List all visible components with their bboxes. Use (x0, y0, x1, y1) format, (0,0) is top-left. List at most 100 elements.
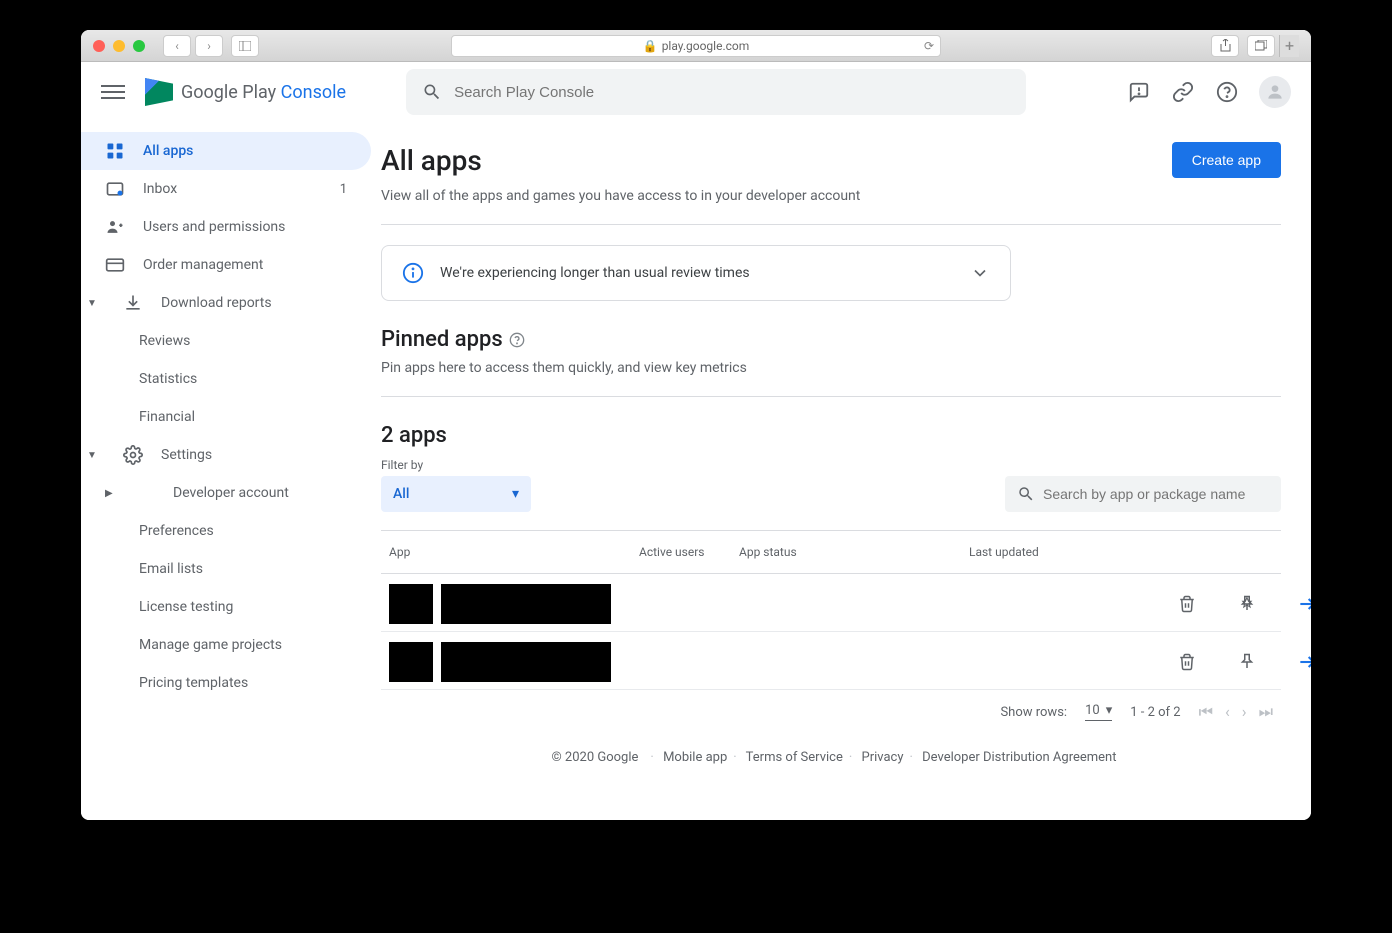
chevron-down-icon[interactable] (970, 263, 990, 283)
help-circle-icon[interactable] (509, 332, 525, 348)
global-search[interactable] (406, 69, 1026, 115)
pin-button[interactable] (1229, 586, 1265, 622)
new-tab-button[interactable]: + (1279, 35, 1299, 57)
arrow-right-icon (1297, 652, 1311, 672)
open-button[interactable] (1289, 586, 1311, 622)
sidebar-item-gameprojects[interactable]: Manage game projects (81, 626, 371, 664)
sidebar-item-financial[interactable]: Financial (81, 398, 371, 436)
dropdown-arrow-icon: ▾ (512, 486, 519, 502)
sidebar-item-statistics[interactable]: Statistics (81, 360, 371, 398)
lock-icon: 🔒 (643, 39, 658, 53)
delete-button[interactable] (1169, 644, 1205, 680)
sidebar-label: All apps (143, 143, 193, 159)
pin-icon (1238, 653, 1256, 671)
footer-dda[interactable]: Developer Distribution Agreement (922, 750, 1116, 765)
main-content: All apps Create app View all of the apps… (381, 122, 1311, 820)
sidebar-item-preferences[interactable]: Preferences (81, 512, 371, 550)
th-updated: Last updated (969, 545, 1169, 559)
apps-table: App Active users App status Last updated (381, 530, 1281, 690)
chevron-down-icon: ▼ (87, 450, 101, 461)
forward-button[interactable]: › (195, 35, 223, 57)
maximize-window[interactable] (133, 40, 145, 52)
close-window[interactable] (93, 40, 105, 52)
footer-mobile[interactable]: Mobile app (663, 750, 727, 765)
inbox-badge: 1 (340, 182, 347, 197)
sidebar-item-allapps[interactable]: All apps (81, 132, 371, 170)
minimize-window[interactable] (113, 40, 125, 52)
sidebar-label: Pricing templates (139, 675, 248, 691)
reload-icon[interactable]: ⟳ (924, 39, 934, 53)
sidebar-item-devaccount[interactable]: ▶ Developer account (81, 474, 371, 512)
sidebar-label: Manage game projects (139, 637, 282, 653)
search-icon (422, 82, 442, 102)
show-rows-label: Show rows: (1000, 705, 1067, 720)
filter-label: Filter by (381, 458, 531, 472)
trash-icon (1178, 653, 1196, 671)
next-page-button[interactable]: › (1242, 702, 1247, 722)
app-search-box[interactable] (1005, 476, 1281, 512)
sidebar-label: Email lists (139, 561, 203, 577)
last-page-button[interactable]: ⏭ (1259, 702, 1273, 722)
sidebar-item-orders[interactable]: Order management (81, 246, 371, 284)
hamburger-menu[interactable] (101, 81, 125, 103)
app-icon-redacted (389, 584, 433, 624)
url-bar[interactable]: 🔒 play.google.com ⟳ (451, 35, 941, 57)
sidebar-item-license[interactable]: License testing (81, 588, 371, 626)
sidebar-item-users[interactable]: Users and permissions (81, 208, 371, 246)
table-row[interactable] (381, 632, 1281, 690)
delete-button[interactable] (1169, 586, 1205, 622)
th-app: App (389, 545, 639, 559)
chevron-down-icon: ▼ (87, 298, 101, 309)
feedback-icon[interactable] (1127, 80, 1151, 104)
app-search-input[interactable] (1043, 486, 1269, 502)
window-controls (93, 40, 145, 52)
sidebar-item-inbox[interactable]: Inbox 1 (81, 170, 371, 208)
first-page-button[interactable]: ⏮ (1199, 702, 1213, 722)
apps-count-title: 2 apps (381, 423, 447, 448)
pagination: Show rows: 10 ▾ 1 - 2 of 2 ⏮ ‹ › ⏭ (381, 690, 1281, 734)
sidebar-label: Inbox (143, 181, 177, 197)
notice-text: We're experiencing longer than usual rev… (440, 265, 954, 281)
footer-tos[interactable]: Terms of Service (746, 750, 843, 765)
sidebar-item-download[interactable]: ▼ Download reports (81, 284, 371, 322)
sidebar-item-emaillists[interactable]: Email lists (81, 550, 371, 588)
sidebar-label: Statistics (139, 371, 197, 387)
app-name-redacted (441, 642, 611, 682)
download-icon (123, 293, 143, 313)
sidebar-label: Users and permissions (143, 219, 285, 235)
notice-banner[interactable]: We're experiencing longer than usual rev… (381, 245, 1011, 301)
sidebar-item-pricing[interactable]: Pricing templates (81, 664, 371, 702)
page-title: All apps (381, 144, 482, 177)
tabs-button[interactable] (1247, 35, 1275, 57)
search-input[interactable] (454, 84, 1010, 101)
avatar[interactable] (1259, 76, 1291, 108)
table-row[interactable] (381, 574, 1281, 632)
trash-icon (1178, 595, 1196, 613)
sidebar-item-reviews[interactable]: Reviews (81, 322, 371, 360)
page-subtitle: View all of the apps and games you have … (381, 188, 1281, 204)
share-button[interactable] (1211, 35, 1239, 57)
footer: © 2020 Google· Mobile app· Terms of Serv… (381, 734, 1281, 781)
arrow-right-icon (1297, 594, 1311, 614)
help-icon[interactable] (1215, 80, 1239, 104)
open-button[interactable] (1289, 644, 1311, 680)
link-icon[interactable] (1171, 80, 1195, 104)
filter-dropdown[interactable]: All ▾ (381, 476, 531, 512)
sidebar-item-settings[interactable]: ▼ Settings (81, 436, 371, 474)
search-icon (1017, 485, 1035, 503)
app-name-redacted (441, 584, 611, 624)
filter-value: All (393, 486, 409, 502)
sidebar-label: Reviews (139, 333, 190, 349)
pin-icon (1238, 595, 1256, 613)
footer-privacy[interactable]: Privacy (862, 750, 904, 765)
page-range: 1 - 2 of 2 (1130, 705, 1180, 720)
create-app-button[interactable]: Create app (1172, 142, 1281, 178)
logo[interactable]: Google Play Console (145, 78, 346, 106)
sidebar-toggle[interactable] (231, 35, 259, 57)
back-button[interactable]: ‹ (163, 35, 191, 57)
info-icon (402, 262, 424, 284)
browser-window: ‹ › 🔒 play.google.com ⟳ + Google Play Co (81, 30, 1311, 820)
prev-page-button[interactable]: ‹ (1225, 702, 1230, 722)
pin-button[interactable] (1229, 644, 1265, 680)
rows-selector[interactable]: 10 ▾ (1085, 703, 1112, 721)
